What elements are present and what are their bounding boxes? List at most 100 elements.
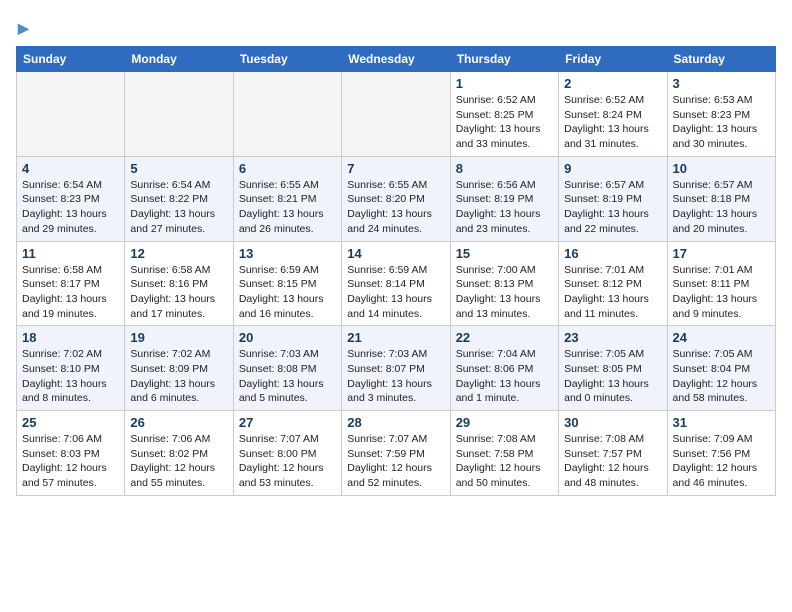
day-info: Sunrise: 6:52 AM Sunset: 8:25 PM Dayligh… — [456, 93, 553, 152]
calendar-day-cell: 1 Sunrise: 6:52 AM Sunset: 8:25 PM Daylig… — [450, 72, 558, 157]
day-number: 12 — [130, 246, 227, 261]
day-number: 13 — [239, 246, 336, 261]
calendar-day-cell: 14 Sunrise: 6:59 AM Sunset: 8:14 PM Dayli… — [342, 241, 450, 326]
calendar-day-cell: 24 Sunrise: 7:05 AM Sunset: 8:04 PM Dayli… — [667, 326, 775, 411]
day-info: Sunrise: 7:01 AM Sunset: 8:11 PM Dayligh… — [673, 263, 770, 322]
calendar-day-cell: 8 Sunrise: 6:56 AM Sunset: 8:19 PM Daylig… — [450, 156, 558, 241]
calendar-day-cell: 13 Sunrise: 6:59 AM Sunset: 8:15 PM Dayli… — [233, 241, 341, 326]
calendar-day-cell: 10 Sunrise: 6:57 AM Sunset: 8:18 PM Dayli… — [667, 156, 775, 241]
logo: ▶ — [16, 16, 29, 38]
weekday-header-sunday: Sunday — [17, 47, 125, 72]
calendar-day-cell: 17Sunrise: 7:01 AM Sunset: 8:11 PM Dayli… — [667, 241, 775, 326]
day-number: 21 — [347, 330, 444, 345]
calendar-table: SundayMondayTuesdayWednesdayThursdayFrid… — [16, 46, 776, 496]
day-number: 30 — [564, 415, 661, 430]
day-info: Sunrise: 7:06 AM Sunset: 8:02 PM Dayligh… — [130, 432, 227, 491]
calendar-day-cell: 29 Sunrise: 7:08 AM Sunset: 7:58 PM Dayli… — [450, 411, 558, 496]
day-number: 27 — [239, 415, 336, 430]
calendar-day-cell — [342, 72, 450, 157]
day-number: 18 — [22, 330, 119, 345]
calendar-day-cell: 23 Sunrise: 7:05 AM Sunset: 8:05 PM Dayli… — [559, 326, 667, 411]
weekday-header-monday: Monday — [125, 47, 233, 72]
logo-text: ▶ — [16, 16, 29, 38]
day-info: Sunrise: 7:02 AM Sunset: 8:10 PM Dayligh… — [22, 347, 119, 406]
calendar-day-cell: 31 Sunrise: 7:09 AM Sunset: 7:56 PM Dayli… — [667, 411, 775, 496]
calendar-week-row: 4 Sunrise: 6:54 AM Sunset: 8:23 PM Daylig… — [17, 156, 776, 241]
calendar-day-cell — [17, 72, 125, 157]
day-number: 28 — [347, 415, 444, 430]
day-info: Sunrise: 7:05 AM Sunset: 8:05 PM Dayligh… — [564, 347, 661, 406]
calendar-day-cell: 4 Sunrise: 6:54 AM Sunset: 8:23 PM Daylig… — [17, 156, 125, 241]
day-info: Sunrise: 7:03 AM Sunset: 8:07 PM Dayligh… — [347, 347, 444, 406]
calendar-day-cell: 30 Sunrise: 7:08 AM Sunset: 7:57 PM Dayli… — [559, 411, 667, 496]
day-info: Sunrise: 7:07 AM Sunset: 8:00 PM Dayligh… — [239, 432, 336, 491]
weekday-header-tuesday: Tuesday — [233, 47, 341, 72]
day-info: Sunrise: 7:08 AM Sunset: 7:57 PM Dayligh… — [564, 432, 661, 491]
day-info: Sunrise: 7:01 AM Sunset: 8:12 PM Dayligh… — [564, 263, 661, 322]
day-number: 5 — [130, 161, 227, 176]
day-number: 23 — [564, 330, 661, 345]
day-number: 2 — [564, 76, 661, 91]
day-number: 20 — [239, 330, 336, 345]
day-info: Sunrise: 7:06 AM Sunset: 8:03 PM Dayligh… — [22, 432, 119, 491]
calendar-day-cell: 6 Sunrise: 6:55 AM Sunset: 8:21 PM Daylig… — [233, 156, 341, 241]
day-info: Sunrise: 7:07 AM Sunset: 7:59 PM Dayligh… — [347, 432, 444, 491]
day-info: Sunrise: 6:59 AM Sunset: 8:14 PM Dayligh… — [347, 263, 444, 322]
day-info: Sunrise: 7:00 AM Sunset: 8:13 PM Dayligh… — [456, 263, 553, 322]
calendar-day-cell — [233, 72, 341, 157]
day-info: Sunrise: 6:55 AM Sunset: 8:20 PM Dayligh… — [347, 178, 444, 237]
day-info: Sunrise: 6:54 AM Sunset: 8:22 PM Dayligh… — [130, 178, 227, 237]
calendar-day-cell: 12 Sunrise: 6:58 AM Sunset: 8:16 PM Dayli… — [125, 241, 233, 326]
day-number: 9 — [564, 161, 661, 176]
day-info: Sunrise: 6:55 AM Sunset: 8:21 PM Dayligh… — [239, 178, 336, 237]
day-info: Sunrise: 6:59 AM Sunset: 8:15 PM Dayligh… — [239, 263, 336, 322]
day-number: 19 — [130, 330, 227, 345]
day-number: 29 — [456, 415, 553, 430]
day-info: Sunrise: 6:58 AM Sunset: 8:16 PM Dayligh… — [130, 263, 227, 322]
day-number: 4 — [22, 161, 119, 176]
day-number: 6 — [239, 161, 336, 176]
calendar-day-cell: 18 Sunrise: 7:02 AM Sunset: 8:10 PM Dayli… — [17, 326, 125, 411]
calendar-day-cell: 16Sunrise: 7:01 AM Sunset: 8:12 PM Dayli… — [559, 241, 667, 326]
day-info: Sunrise: 6:56 AM Sunset: 8:19 PM Dayligh… — [456, 178, 553, 237]
day-number: 14 — [347, 246, 444, 261]
calendar-day-cell: 5 Sunrise: 6:54 AM Sunset: 8:22 PM Daylig… — [125, 156, 233, 241]
calendar-day-cell: 28 Sunrise: 7:07 AM Sunset: 7:59 PM Dayli… — [342, 411, 450, 496]
day-info: Sunrise: 7:09 AM Sunset: 7:56 PM Dayligh… — [673, 432, 770, 491]
logo-bird-icon: ▶ — [18, 20, 29, 36]
day-info: Sunrise: 6:52 AM Sunset: 8:24 PM Dayligh… — [564, 93, 661, 152]
day-info: Sunrise: 6:53 AM Sunset: 8:23 PM Dayligh… — [673, 93, 770, 152]
calendar-day-cell: 15 Sunrise: 7:00 AM Sunset: 8:13 PM Dayli… — [450, 241, 558, 326]
day-info: Sunrise: 6:57 AM Sunset: 8:18 PM Dayligh… — [673, 178, 770, 237]
day-info: Sunrise: 6:54 AM Sunset: 8:23 PM Dayligh… — [22, 178, 119, 237]
day-number: 15 — [456, 246, 553, 261]
day-info: Sunrise: 6:58 AM Sunset: 8:17 PM Dayligh… — [22, 263, 119, 322]
day-number: 31 — [673, 415, 770, 430]
day-number: 22 — [456, 330, 553, 345]
weekday-header-saturday: Saturday — [667, 47, 775, 72]
calendar-day-cell: 22 Sunrise: 7:04 AM Sunset: 8:06 PM Dayli… — [450, 326, 558, 411]
calendar-day-cell: 27 Sunrise: 7:07 AM Sunset: 8:00 PM Dayli… — [233, 411, 341, 496]
day-info: Sunrise: 7:05 AM Sunset: 8:04 PM Dayligh… — [673, 347, 770, 406]
day-number: 26 — [130, 415, 227, 430]
weekday-header-wednesday: Wednesday — [342, 47, 450, 72]
day-number: 8 — [456, 161, 553, 176]
calendar-day-cell: 20Sunrise: 7:03 AM Sunset: 8:08 PM Dayli… — [233, 326, 341, 411]
calendar-week-row: 1 Sunrise: 6:52 AM Sunset: 8:25 PM Daylig… — [17, 72, 776, 157]
calendar-week-row: 18 Sunrise: 7:02 AM Sunset: 8:10 PM Dayli… — [17, 326, 776, 411]
day-number: 7 — [347, 161, 444, 176]
day-number: 25 — [22, 415, 119, 430]
calendar-day-cell: 2 Sunrise: 6:52 AM Sunset: 8:24 PM Daylig… — [559, 72, 667, 157]
day-info: Sunrise: 7:02 AM Sunset: 8:09 PM Dayligh… — [130, 347, 227, 406]
day-info: Sunrise: 6:57 AM Sunset: 8:19 PM Dayligh… — [564, 178, 661, 237]
calendar-day-cell: 11 Sunrise: 6:58 AM Sunset: 8:17 PM Dayli… — [17, 241, 125, 326]
calendar-day-cell: 21 Sunrise: 7:03 AM Sunset: 8:07 PM Dayli… — [342, 326, 450, 411]
day-number: 1 — [456, 76, 553, 91]
day-info: Sunrise: 7:08 AM Sunset: 7:58 PM Dayligh… — [456, 432, 553, 491]
calendar-day-cell: 19 Sunrise: 7:02 AM Sunset: 8:09 PM Dayli… — [125, 326, 233, 411]
day-number: 11 — [22, 246, 119, 261]
day-number: 24 — [673, 330, 770, 345]
day-info: Sunrise: 7:04 AM Sunset: 8:06 PM Dayligh… — [456, 347, 553, 406]
weekday-header-thursday: Thursday — [450, 47, 558, 72]
day-number: 10 — [673, 161, 770, 176]
